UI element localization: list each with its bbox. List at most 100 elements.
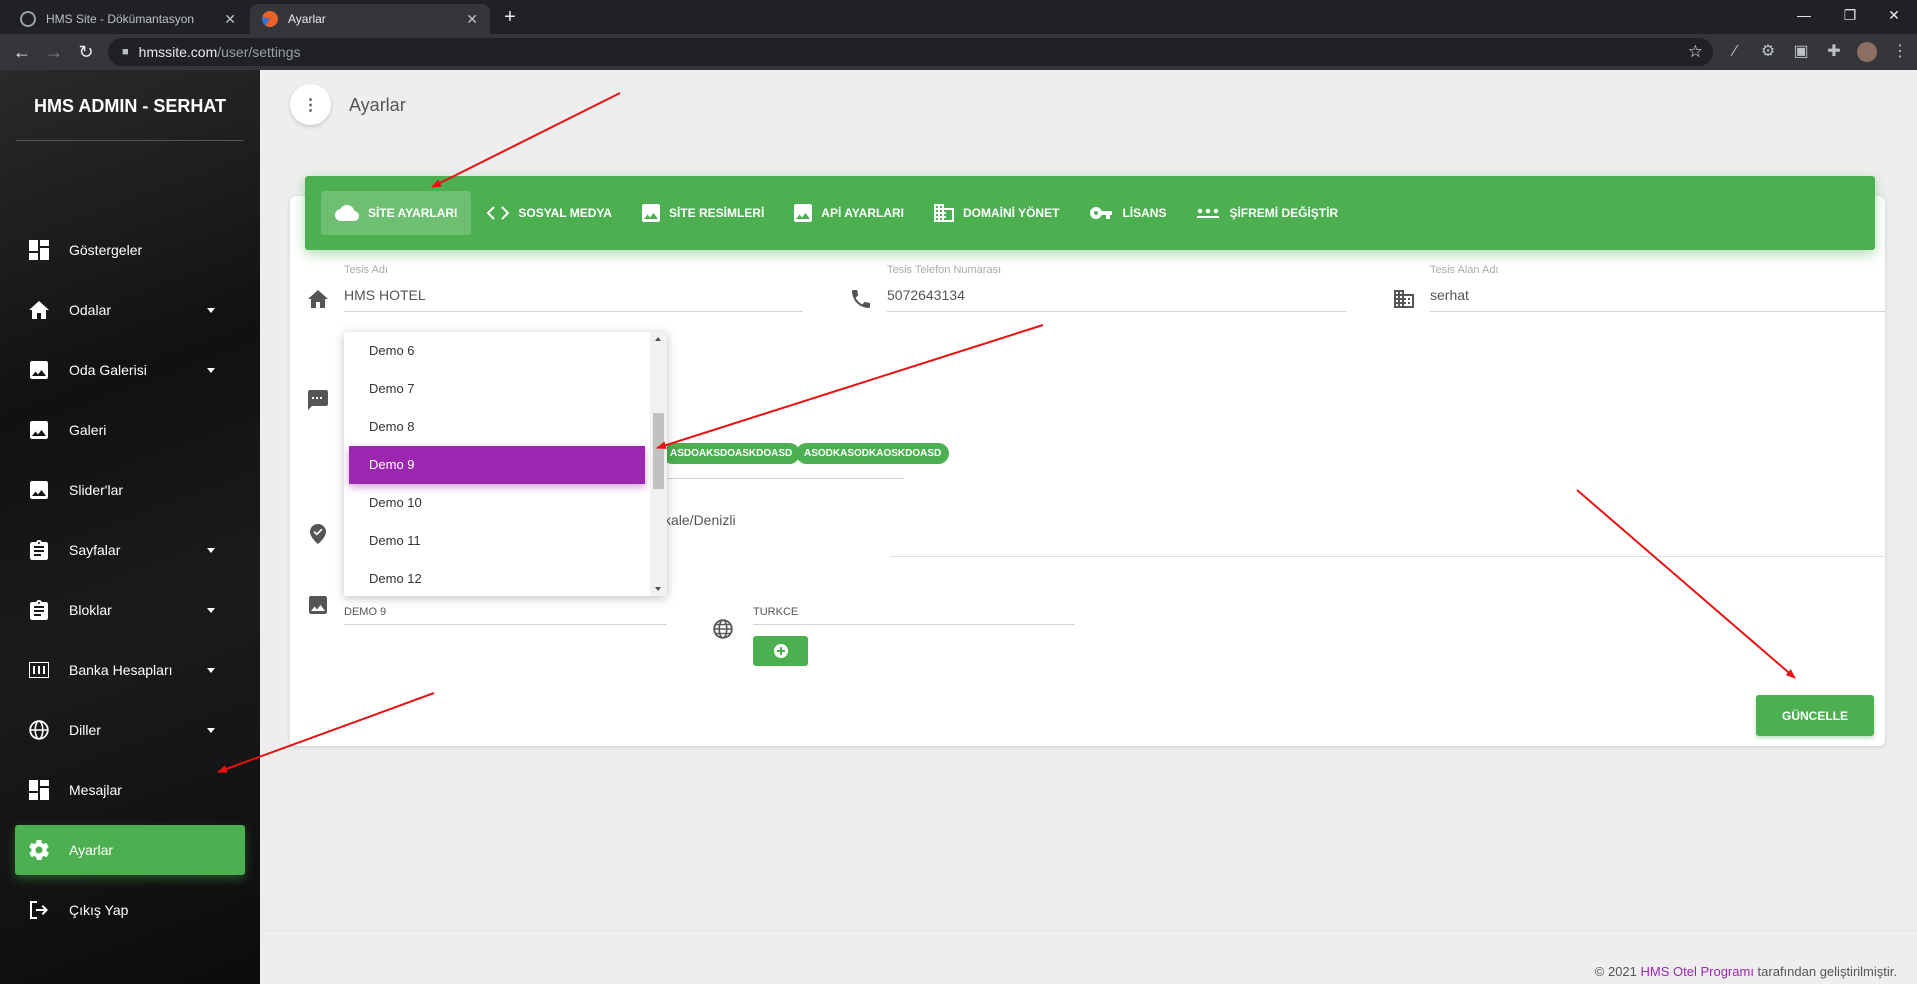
dropdown-option[interactable]: Demo 9 (349, 446, 645, 484)
dropdown-option[interactable]: Demo 7 (349, 370, 645, 408)
scroll-down-icon[interactable] (655, 587, 661, 591)
sidebar-item-label: Slider'lar (69, 482, 124, 498)
theme-select-value: DEMO 9 (344, 606, 387, 618)
main-content: ⋮ Ayarlar SİTE AYARLARI SOSYAL MEDYA SİTE … (260, 70, 1917, 984)
minimize-button[interactable]: — (1781, 0, 1827, 30)
caret-down-icon (207, 307, 215, 313)
tab-2[interactable]: SİTE RESİMLERİ (628, 191, 778, 235)
dropdown-scrollbar[interactable] (650, 332, 667, 596)
more-options-button[interactable]: ⋮ (290, 84, 331, 125)
address-bar: ← → ↻ ■ hmssite.com/user/settings ☆ (0, 34, 1917, 70)
close-icon[interactable]: ✕ (466, 11, 478, 28)
footer-suffix: tarafından geliştirilmiştir. (1753, 964, 1897, 979)
tab-label: LİSANS (1122, 206, 1167, 220)
sidebar-item-çıkış-yap[interactable]: Çıkış Yap (15, 885, 245, 935)
language-select-value: TURKCE (753, 606, 799, 618)
globe-icon (20, 11, 36, 27)
tab-5[interactable]: LİSANS (1075, 191, 1180, 235)
extension-icon[interactable]: ▣ (1791, 42, 1811, 62)
extension-icon[interactable]: ⁄ (1725, 42, 1745, 62)
update-button[interactable]: GÜNCELLE (1756, 695, 1874, 736)
sidebar-item-label: Çıkış Yap (69, 902, 129, 918)
alan-adi-field[interactable]: Tesis Alan Adı serhat (1430, 264, 1885, 312)
tab-1[interactable]: SOSYAL MEDYA (473, 191, 626, 235)
tesis-adi-value: HMS HOTEL (344, 287, 426, 303)
language-select[interactable]: TURKCE (753, 600, 1075, 625)
location-pin-icon (306, 522, 330, 546)
new-tab-button[interactable]: + (498, 6, 522, 29)
sidebar-item-odalar[interactable]: Odalar (15, 285, 245, 335)
caret-down-icon (207, 607, 215, 613)
dropdown-option[interactable]: Demo 8 (349, 408, 645, 446)
bookmark-star-icon[interactable]: ☆ (1688, 42, 1703, 62)
dropdown-option[interactable]: Demo 12 (349, 560, 645, 596)
sidebar-item-mesajlar[interactable]: Mesajlar (15, 765, 245, 815)
back-button[interactable]: ← (10, 40, 34, 64)
tab-6[interactable]: ŞİFREMİ DEĞİŞTİR (1182, 191, 1352, 235)
scroll-thumb[interactable] (653, 413, 664, 489)
tesis-adi-field[interactable]: Tesis Adı HMS HOTEL (344, 264, 803, 312)
sidebar-item-oda-galerisi[interactable]: Oda Galerisi (15, 345, 245, 395)
url-path: /user/settings (217, 44, 301, 60)
menu-icon[interactable]: ⋮ (1890, 42, 1910, 62)
window-close-button[interactable]: ✕ (1871, 0, 1917, 30)
forward-button[interactable]: → (42, 40, 66, 64)
image-icon (27, 478, 51, 502)
tab-4[interactable]: DOMAİNİ YÖNET (920, 191, 1073, 235)
tab-label: SİTE AYARLARI (368, 206, 458, 220)
pin-icon (27, 658, 51, 682)
caret-down-icon (207, 667, 215, 673)
footer-prefix: © 2021 (1594, 964, 1641, 979)
home-icon (306, 287, 330, 311)
browser-tab-docs[interactable]: HMS Site - Dökümantasyon ✕ (8, 4, 248, 34)
gear-icon[interactable]: ⚙ (1758, 42, 1778, 62)
theme-select[interactable]: DEMO 9 (344, 600, 667, 625)
sidebar-item-slider-lar[interactable]: Slider'lar (15, 465, 245, 515)
sidebar-item-sayfalar[interactable]: Sayfalar (15, 525, 245, 575)
sidebar-item-ayarlar[interactable]: Ayarlar (15, 825, 245, 875)
scroll-up-icon[interactable] (655, 337, 661, 341)
close-icon[interactable]: ✕ (224, 11, 236, 28)
site-favicon-icon (262, 11, 278, 27)
url-host: hmssite.com (138, 44, 218, 60)
caret-down-icon (207, 547, 215, 553)
page-title: Ayarlar (349, 95, 406, 115)
url-field[interactable]: ■ hmssite.com/user/settings ☆ (108, 38, 1713, 66)
sidebar: HMS ADMIN - SERHAT Göstergeler Odalar Oda … (0, 70, 260, 984)
alan-adi-label: Tesis Alan Adı (1430, 264, 1499, 276)
browser-tab-strip: HMS Site - Dökümantasyon ✕ Ayarlar ✕ + —… (0, 0, 1917, 34)
dropdown-option[interactable]: Demo 11 (349, 522, 645, 560)
sidebar-item-banka-hesapları[interactable]: Banka Hesapları (15, 645, 245, 695)
browser-tab-ayarlar[interactable]: Ayarlar ✕ (250, 4, 490, 34)
tab-label: SOSYAL MEDYA (518, 206, 612, 220)
footer: © 2021 HMS Otel Programı tarafından geli… (1595, 964, 1897, 979)
puzzle-icon[interactable]: ✚ (1824, 42, 1844, 62)
restore-button[interactable]: ❐ (1827, 0, 1873, 30)
tab-0[interactable]: SİTE AYARLARI (321, 191, 472, 235)
dropdown-option[interactable]: Demo 10 (349, 484, 645, 522)
sidebar-item-galeri[interactable]: Galeri (15, 405, 245, 455)
image-icon (27, 358, 51, 382)
browser-tab-title: HMS Site - Dökümantasyon (46, 12, 195, 26)
lock-icon: ■ (122, 46, 129, 58)
sidebar-item-göstergeler[interactable]: Göstergeler (15, 225, 245, 275)
code-icon (487, 206, 510, 220)
sidebar-item-label: Oda Galerisi (69, 362, 147, 378)
telefon-label: Tesis Telefon Numarası (887, 264, 1002, 276)
keyword-chip[interactable]: ASDOAKSDOASKDOASD (662, 443, 801, 464)
sidebar-item-diller[interactable]: Diller (15, 705, 245, 755)
sidebar-item-bloklar[interactable]: Bloklar (15, 585, 245, 635)
footer-brand-link[interactable]: HMS Otel Programı (1641, 964, 1754, 979)
sidebar-item-label: Mesajlar (69, 782, 122, 798)
sidebar-item-label: Diller (69, 722, 101, 738)
telefon-field[interactable]: Tesis Telefon Numarası 5072643134 (887, 264, 1346, 312)
keyword-chip[interactable]: ASODKASODKAOSKDOASD (796, 443, 950, 464)
dropdown-option[interactable]: Demo 6 (349, 332, 645, 370)
avatar[interactable] (1857, 42, 1877, 62)
tab-3[interactable]: APİ AYARLARI (780, 191, 918, 235)
globe-icon (27, 718, 51, 742)
add-language-button[interactable] (753, 636, 808, 666)
theme-dropdown[interactable]: Demo 6 Demo 7 Demo 8 Demo 9 Demo 10 Demo 11 De… (344, 332, 667, 596)
reload-button[interactable]: ↻ (74, 40, 98, 64)
gear-icon (27, 838, 51, 862)
